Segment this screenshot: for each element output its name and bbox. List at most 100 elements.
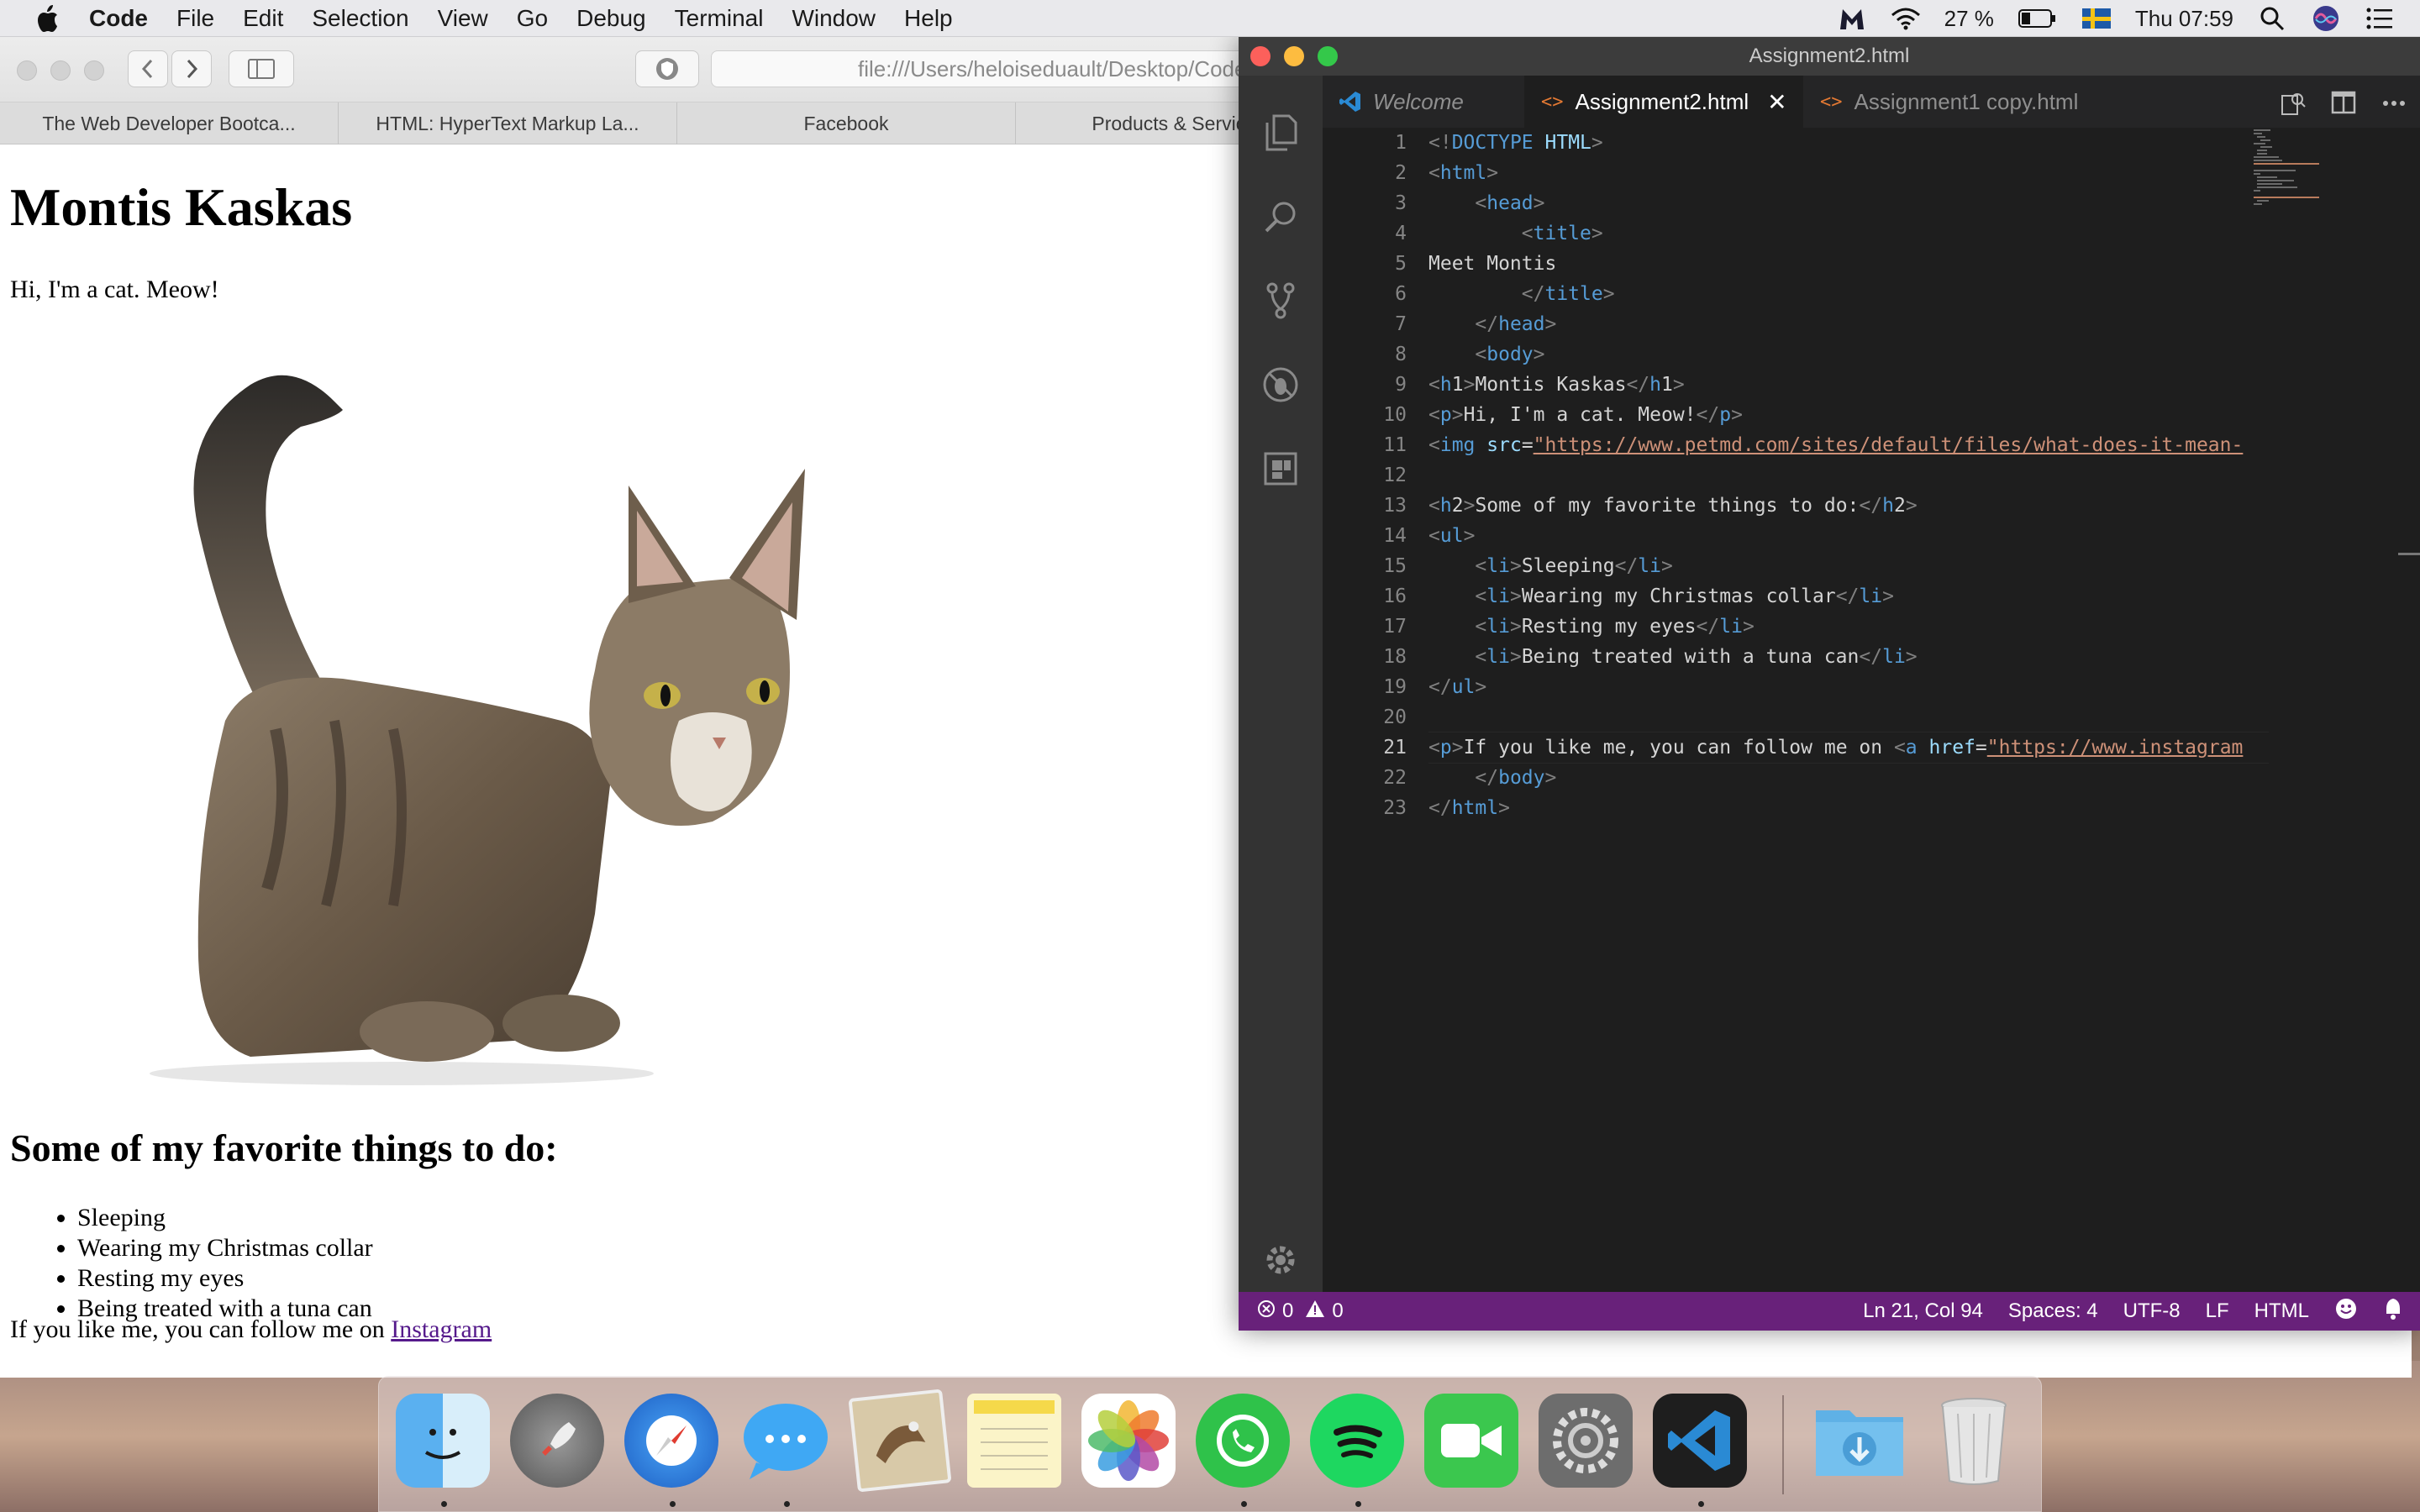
malwarebytes-icon[interactable] bbox=[1837, 3, 1867, 34]
minimap[interactable] bbox=[2252, 128, 2319, 212]
code-line[interactable]: <li>Sleeping</li> bbox=[1428, 551, 2269, 581]
menu-debug[interactable]: Debug bbox=[576, 0, 646, 37]
code-line[interactable]: </title> bbox=[1428, 279, 2269, 309]
code-line[interactable]: <title> bbox=[1428, 218, 2269, 249]
explorer-icon[interactable] bbox=[1260, 113, 1301, 153]
menu-go[interactable]: Go bbox=[517, 0, 548, 37]
vscode-icon[interactable] bbox=[1653, 1394, 1747, 1488]
line-number: 20 bbox=[1383, 706, 1407, 728]
photos-icon[interactable] bbox=[1081, 1394, 1176, 1488]
indentation-setting[interactable]: Spaces: 4 bbox=[2008, 1299, 2098, 1323]
cat-photo bbox=[150, 375, 805, 1085]
safari-icon[interactable] bbox=[624, 1394, 718, 1488]
code-line[interactable]: </body> bbox=[1428, 763, 2269, 793]
vscode-titlebar: Assignment2.html bbox=[1239, 37, 2420, 76]
code-line[interactable]: <li>Being treated with a tuna can</li> bbox=[1428, 642, 2269, 672]
safari-tab-facebook[interactable]: Facebook bbox=[677, 102, 1016, 144]
code-editor[interactable]: 1 2 3 4 5 6 7 8 9 10 11 12 13 14 15 16 17 18 19 20 21 22 23 <!… bbox=[1323, 128, 2420, 1292]
code-line[interactable]: <ul> bbox=[1428, 521, 2269, 551]
notes-icon[interactable] bbox=[967, 1394, 1061, 1488]
search-icon[interactable] bbox=[1260, 197, 1301, 237]
file-encoding[interactable]: UTF-8 bbox=[2123, 1299, 2181, 1323]
menu-edit[interactable]: Edit bbox=[243, 0, 283, 37]
code-line[interactable]: <h2>Some of my favorite things to do:</h… bbox=[1428, 491, 2269, 521]
siri-icon[interactable] bbox=[2311, 3, 2341, 34]
scrollbar-indicator[interactable] bbox=[2398, 553, 2420, 555]
menu-terminal[interactable]: Terminal bbox=[675, 0, 764, 37]
back-button[interactable] bbox=[128, 50, 168, 87]
favorites-heading: Some of my favorite things to do: bbox=[10, 1126, 558, 1169]
code-line[interactable]: Meet Montis bbox=[1428, 249, 2269, 279]
code-line[interactable]: <html> bbox=[1428, 158, 2269, 188]
window-minimize-button[interactable] bbox=[50, 60, 71, 81]
menubar-clock[interactable]: Thu 07:59 bbox=[2135, 6, 2233, 32]
trash-icon[interactable] bbox=[1927, 1394, 2021, 1488]
feedback-smiley-icon[interactable] bbox=[2334, 1297, 2358, 1326]
code-line[interactable]: <p>If you like me, you can follow me on … bbox=[1428, 732, 2269, 764]
more-actions-icon[interactable] bbox=[2381, 91, 2407, 120]
code-line[interactable]: <img src="https://www.petmd.com/sites/de… bbox=[1428, 430, 2269, 460]
whatsapp-icon[interactable] bbox=[1196, 1394, 1290, 1488]
battery-icon[interactable] bbox=[2018, 3, 2058, 34]
forward-button[interactable] bbox=[171, 50, 212, 87]
mail-icon[interactable] bbox=[848, 1389, 952, 1493]
downloads-icon[interactable] bbox=[1812, 1394, 1907, 1488]
code-line[interactable]: <body> bbox=[1428, 339, 2269, 370]
menu-file[interactable]: File bbox=[176, 0, 214, 37]
code-line[interactable]: </html> bbox=[1428, 793, 2269, 823]
notification-center-icon[interactable] bbox=[2365, 3, 2395, 34]
system-preferences-icon[interactable] bbox=[1539, 1394, 1633, 1488]
window-close-button[interactable] bbox=[17, 60, 37, 81]
settings-gear-icon[interactable] bbox=[1260, 1240, 1301, 1280]
menu-window[interactable]: Window bbox=[792, 0, 876, 37]
facetime-icon[interactable] bbox=[1424, 1394, 1518, 1488]
finder-icon[interactable] bbox=[396, 1394, 490, 1488]
spotify-icon[interactable] bbox=[1310, 1394, 1404, 1488]
messages-icon[interactable] bbox=[739, 1394, 833, 1488]
follow-paragraph: If you like me, you can follow me on Ins… bbox=[10, 1315, 492, 1344]
close-tab-icon[interactable]: ✕ bbox=[1767, 88, 1786, 116]
cursor-position[interactable]: Ln 21, Col 94 bbox=[1863, 1299, 1983, 1323]
notifications-bell-icon[interactable] bbox=[2383, 1297, 2403, 1326]
menu-app-name[interactable]: Code bbox=[89, 0, 148, 37]
launchpad-icon[interactable] bbox=[510, 1394, 604, 1488]
end-of-line[interactable]: LF bbox=[2206, 1299, 2229, 1323]
menu-help[interactable]: Help bbox=[904, 0, 953, 37]
extensions-icon[interactable] bbox=[1260, 449, 1301, 489]
window-zoom-button[interactable] bbox=[84, 60, 104, 81]
list-item: Wearing my Christmas collar bbox=[77, 1233, 373, 1263]
code-line[interactable]: <!DOCTYPE HTML> bbox=[1428, 128, 2269, 158]
code-line[interactable] bbox=[1428, 460, 2269, 491]
code-text[interactable]: <!DOCTYPE HTML> <html> <head> <title> Meet… bbox=[1428, 128, 2269, 823]
split-editor-icon[interactable] bbox=[2331, 91, 2356, 120]
line-number: 17 bbox=[1383, 616, 1407, 638]
code-line[interactable]: <head> bbox=[1428, 188, 2269, 218]
safari-tab-bootcamp[interactable]: The Web Developer Bootca... bbox=[0, 102, 339, 144]
code-line[interactable]: <li>Resting my eyes</li> bbox=[1428, 612, 2269, 642]
open-preview-icon[interactable] bbox=[2281, 91, 2306, 120]
sidebar-toggle-button[interactable] bbox=[229, 50, 294, 87]
language-mode[interactable]: HTML bbox=[2254, 1299, 2309, 1323]
apple-menu-icon[interactable] bbox=[34, 3, 60, 34]
swedish-flag-icon[interactable] bbox=[2081, 3, 2112, 34]
wifi-icon[interactable] bbox=[1891, 3, 1921, 34]
safari-tab-html-mdn[interactable]: HTML: HyperText Markup La... bbox=[339, 102, 677, 144]
menu-view[interactable]: View bbox=[438, 0, 488, 37]
menu-selection[interactable]: Selection bbox=[312, 0, 408, 37]
instagram-link[interactable]: Instagram bbox=[391, 1315, 492, 1343]
code-line[interactable]: </ul> bbox=[1428, 672, 2269, 702]
tab-assignment1-copy[interactable]: <> Assignment1 copy.html bbox=[1803, 76, 2123, 128]
source-control-icon[interactable] bbox=[1260, 281, 1301, 321]
code-line[interactable]: <h1>Montis Kaskas</h1> bbox=[1428, 370, 2269, 400]
code-line[interactable]: <p>Hi, I'm a cat. Meow!</p> bbox=[1428, 400, 2269, 430]
tab-welcome[interactable]: Welcome bbox=[1323, 76, 1524, 128]
debug-icon[interactable] bbox=[1260, 365, 1301, 405]
code-line[interactable] bbox=[1428, 702, 2269, 732]
problems-indicator[interactable]: 0 0 bbox=[1257, 1299, 1344, 1324]
privacy-shield-icon[interactable] bbox=[635, 50, 699, 87]
spotlight-search-icon[interactable] bbox=[2257, 3, 2287, 34]
code-line[interactable]: </head> bbox=[1428, 309, 2269, 339]
vscode-window: Assignment2.html Welcome <> Assignment2.… bbox=[1239, 37, 2420, 1331]
tab-assignment2[interactable]: <> Assignment2.html ✕ bbox=[1524, 76, 1803, 128]
code-line[interactable]: <li>Wearing my Christmas collar</li> bbox=[1428, 581, 2269, 612]
